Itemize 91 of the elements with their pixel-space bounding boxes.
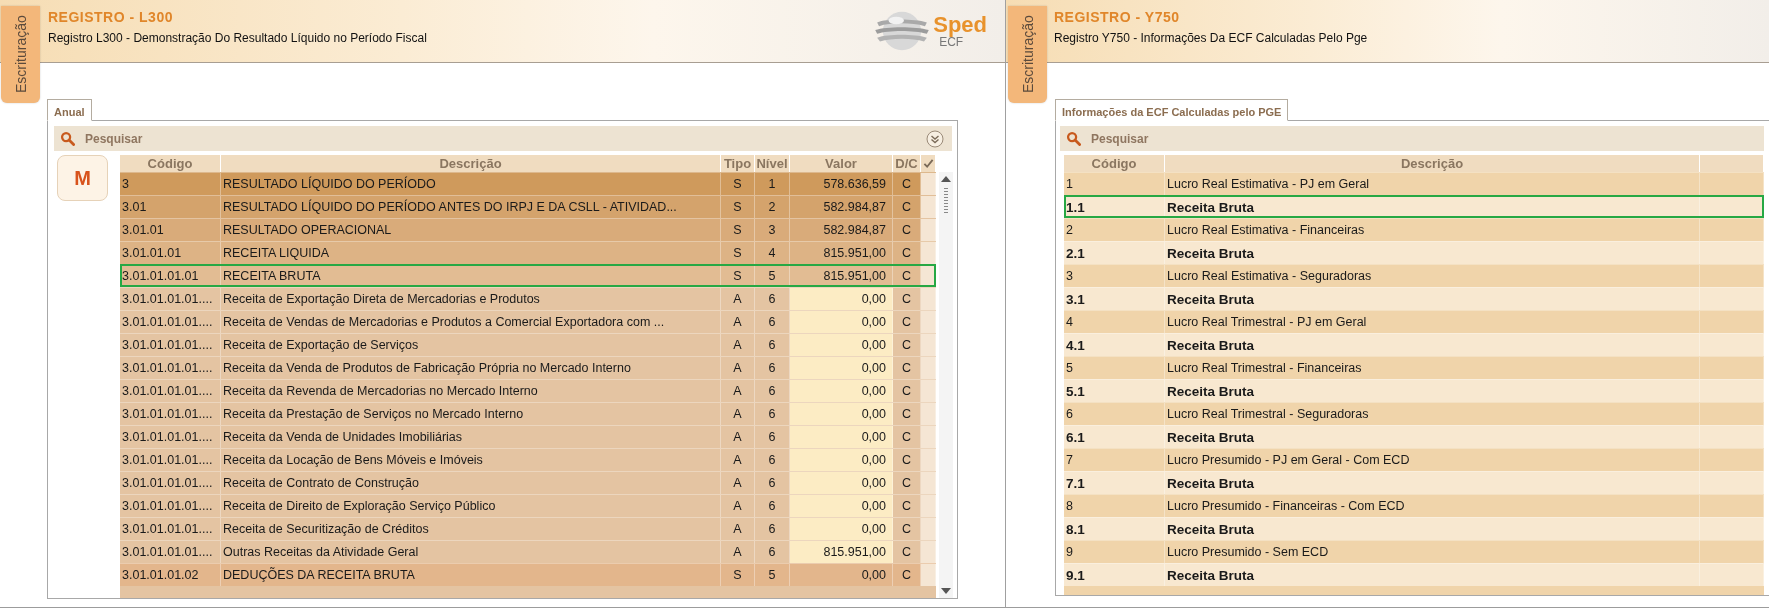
page-title: REGISTRO - L300 [48,9,174,25]
table-row[interactable]: 3.01.01.01.01.... Receita de Vendas de Mercadorias e Produtos a Comercial Exportadora com ... A 6 0,00 C [120,310,936,333]
table-row[interactable]: 5.1 Receita Bruta [1064,379,1764,402]
table-row[interactable]: 9 Lucro Presumido - Sem ECD [1064,540,1764,563]
table-cell [921,403,936,425]
table-row[interactable]: 3.01.01.01.01.... Receita de Contrato de Construção A 6 0,00 C [120,471,936,494]
table-row[interactable]: 8 Lucro Presumido - Financeiras - Com ECD [1064,494,1764,517]
value-field[interactable]: 0,00 [790,449,893,471]
page-subtitle: Registro Y750 - Informações Da ECF Calculadas Pelo Pge [1054,31,1368,45]
table-row[interactable]: 3.01.01.01.01.... Receita de Exportação Direta de Mercadorias e Produtos A 6 0,00 C [120,287,936,310]
search-icon [60,131,75,146]
table-cell [921,472,936,494]
table-row[interactable]: 6.1 Receita Bruta [1064,425,1764,448]
table-row[interactable]: 2.1 Receita Bruta [1064,241,1764,264]
value-field[interactable]: 0,00 [790,334,893,356]
table-row[interactable]: 3.01.01.01.01.... Outras Receitas da Atividade Geral A 6 815.951,00 C [120,540,936,563]
page-subtitle: Registro L300 - Demonstração Do Resultado Líquido no Período Fiscal [48,31,427,45]
value-field[interactable]: 0,00 [790,472,893,494]
scroll-up-icon[interactable] [941,176,951,182]
table-cell [921,219,936,241]
table-row[interactable]: 3.01.01.01.01 RECEITA BRUTA S 5 815.951,00 C [120,264,936,287]
table-cell [921,541,936,563]
search-icon [1066,131,1081,146]
table-cell: 0,00 [790,564,893,586]
page-title: REGISTRO - Y750 [1054,9,1181,25]
table-cell: Receita Bruta [1165,564,1700,586]
table-row[interactable]: 3.01.01 RESULTADO OPERACIONAL S 3 582.984,87 C [120,218,936,241]
table-cell: 3.01.01.01.02 [120,564,221,586]
collapse-icon [926,129,944,148]
value-field[interactable]: 0,00 [790,380,893,402]
value-field[interactable]: 0,00 [790,518,893,540]
table-row[interactable]: 5 Lucro Real Trimestral - Financeiras [1064,356,1764,379]
table-row[interactable]: 3.01.01.01.01.... Receita da Revenda de Mercadorias no Mercado Interno A 6 0,00 C [120,379,936,402]
scroll-thumb[interactable] [942,188,950,214]
table-row[interactable]: 1.1 Receita Bruta [1064,195,1764,218]
table-cell [921,564,936,586]
table-cell [921,357,936,379]
table-row[interactable]: 3.01.01.01.01.... Receita da Locação de Bens Móveis e Imóveis A 6 0,00 C [120,448,936,471]
table-row[interactable]: 7 Lucro Presumido - PJ em Geral - Com ECD [1064,448,1764,471]
table-row[interactable]: 4 Lucro Real Trimestral - PJ em Geral [1064,310,1764,333]
table-row[interactable]: 7.1 Receita Bruta [1064,471,1764,494]
table-cell [921,242,936,264]
tab[interactable]: Informações da ECF Calculadas pelo PGE [1055,99,1289,121]
scrollbar[interactable] [939,172,953,598]
table-cell [921,495,936,517]
logo-text: Sped [933,14,987,36]
table-row[interactable]: 3.01.01.01.01.... Receita da Venda de Unidades Imobiliárias A 6 0,00 C [120,425,936,448]
scroll-down-icon[interactable] [941,588,951,594]
table-cell [921,518,936,540]
table-cell: 5 [755,564,790,586]
logo-subtext: ECF [939,36,964,48]
table-row[interactable]: 2 Lucro Real Estimativa - Financeiras [1064,218,1764,241]
value-field[interactable]: 0,00 [790,288,893,310]
table-row[interactable]: 3.01.01.01.01.... Receita de Direito de Exploração Serviço Público A 6 0,00 C [120,494,936,517]
value-field[interactable]: 0,00 [790,311,893,333]
value-field[interactable]: 0,00 [790,403,893,425]
table-cell [921,265,936,287]
table-cell [921,288,936,310]
value-field[interactable]: 0,00 [790,495,893,517]
globe-icon [873,9,932,53]
table-cell [921,196,936,218]
table-row[interactable]: 3.1 Receita Bruta [1064,287,1764,310]
table-cell: DEDUÇÕES DA RECEITA BRUTA [221,564,721,586]
table-row[interactable]: 3.01 RESULTADO LÍQUIDO DO PERÍODO ANTES DO IRPJ E DA CSLL - ATIVIDAD... S 2 582.984,87 C [120,195,936,218]
table-row[interactable]: 3.01.01.01.01.... Receita da Prestação de Serviços no Mercado Interno A 6 0,00 C [120,402,936,425]
tab[interactable]: Anual [47,99,92,121]
value-field[interactable]: 0,00 [790,357,893,379]
table-row[interactable]: 9.1 Receita Bruta [1064,563,1764,586]
value-field[interactable]: 815.951,00 [790,541,893,563]
table-cell [921,449,936,471]
table-cell [921,311,936,333]
table-cell [921,334,936,356]
side-tab[interactable]: Escrituração [1,6,40,103]
table-cell [921,426,936,448]
table-cell: 9.1 [1064,564,1165,586]
table-row[interactable]: 8.1 Receita Bruta [1064,517,1764,540]
table-row[interactable]: 3.01.01.01.01.... Receita da Venda de Produtos de Fabricação Própria no Mercado Interno A 6 0,00 C [120,356,936,379]
table-row[interactable]: 3 Lucro Real Estimativa - Seguradoras [1064,264,1764,287]
value-field[interactable]: 0,00 [790,426,893,448]
table-row[interactable]: 3 RESULTADO LÍQUIDO DO PERÍODO S 1 578.636,59 C [120,172,936,195]
table-row[interactable]: 4.1 Receita Bruta [1064,333,1764,356]
table-row[interactable]: 3.01.01.01.01.... Receita de Exportação de Serviços A 6 0,00 C [120,333,936,356]
table-cell: S [721,564,755,586]
table-row[interactable]: 3.01.01.01.02 DEDUÇÕES DA RECEITA BRUTA S 5 0,00 C [120,563,936,586]
mode-badge: M [57,155,108,201]
table-row[interactable]: 3.01.01.01 RECEITA LIQUIDA S 4 815.951,00 C [120,241,936,264]
table-row[interactable]: 6 Lucro Real Trimestral - Seguradoras [1064,402,1764,425]
table-cell [921,380,936,402]
table-row[interactable]: 1 Lucro Real Estimativa - PJ em Geral [1064,172,1764,195]
side-tab[interactable]: Escrituração [1008,6,1047,103]
table-row[interactable]: 3.01.01.01.01.... Receita de Securitização de Créditos A 6 0,00 C [120,517,936,540]
